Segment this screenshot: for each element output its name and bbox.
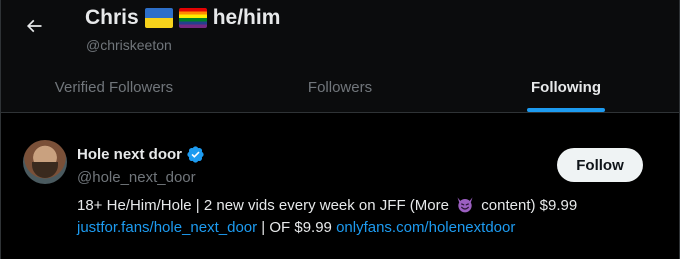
user-bio: 18+ He/Him/Hole | 2 new vids every week … (77, 194, 657, 239)
following-page: Chris he/him @chriskeeton Verified Follo… (0, 0, 680, 259)
tab-following[interactable]: Following (453, 62, 679, 112)
follow-button[interactable]: Follow (557, 148, 643, 182)
verified-badge-icon (187, 145, 204, 163)
avatar-photo-detail (32, 162, 58, 178)
profile-pronouns: he/him (212, 6, 281, 29)
bio-text: 18+ He/Him/Hole | 2 new vids every week … (77, 197, 449, 214)
display-name-text: Hole next door (77, 145, 183, 163)
tab-bar: Verified Followers Followers Following (1, 62, 679, 113)
user-handle[interactable]: @hole_next_door (77, 169, 196, 186)
bio-text: | OF $9.99 (257, 219, 337, 236)
profile-title: Chris he/him (85, 5, 280, 31)
tab-followers[interactable]: Followers (227, 62, 453, 112)
tab-label: Following (531, 78, 601, 96)
smiling-devil-emoji-icon (457, 197, 473, 213)
profile-name: Chris (85, 6, 139, 29)
rainbow-flag-icon (178, 8, 207, 28)
tab-verified-followers[interactable]: Verified Followers (1, 62, 227, 112)
back-button[interactable] (15, 7, 53, 45)
avatar[interactable] (23, 140, 67, 184)
user-cell[interactable]: Hole next door @hole_next_door Follow 18… (1, 113, 679, 259)
bio-link-justforfans[interactable]: justfor.fans/hole_next_door (77, 219, 257, 236)
tab-label: Verified Followers (54, 78, 174, 96)
active-tab-indicator (527, 108, 605, 112)
ukraine-flag-icon (144, 8, 173, 28)
profile-handle: @chriskeeton (86, 37, 172, 53)
user-display-name[interactable]: Hole next door (77, 144, 205, 164)
bio-link-onlyfans[interactable]: onlyfans.com/holenextdoor (336, 219, 515, 236)
bio-text: content) $9.99 (481, 197, 578, 214)
tab-label: Followers (307, 78, 373, 96)
back-arrow-icon (26, 19, 42, 33)
